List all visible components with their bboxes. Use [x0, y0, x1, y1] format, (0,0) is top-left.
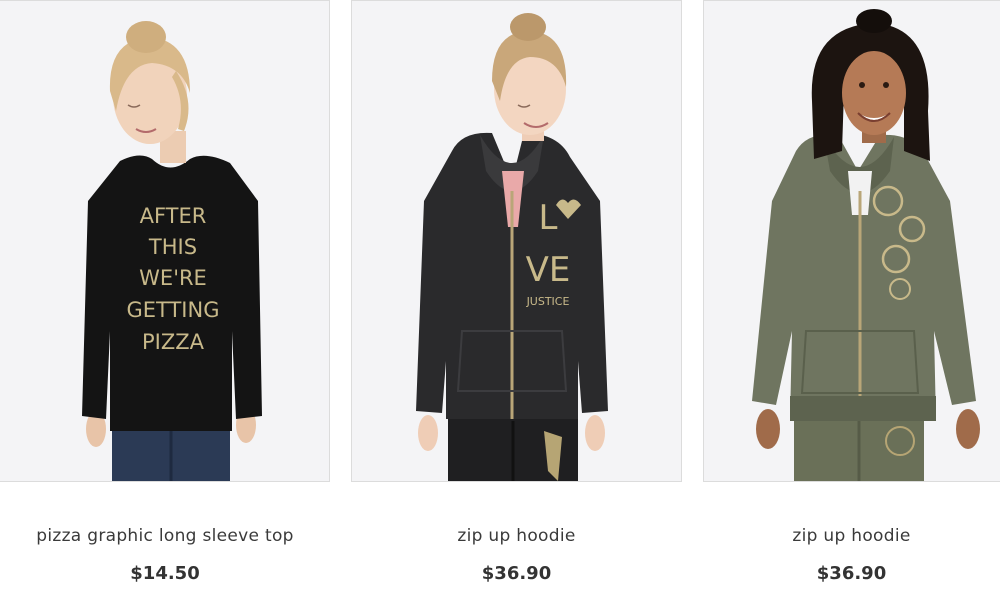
product-name[interactable]: zip up hoodie [351, 526, 682, 546]
product-price: $14.50 [130, 563, 200, 584]
product-card[interactable]: zip up hoodie $36.90 [703, 0, 1000, 590]
product-photo-illustration: L VE JUSTICE [416, 13, 608, 481]
product-photo-illustration [752, 9, 980, 481]
print-line: THIS [148, 235, 197, 259]
product-card[interactable]: L VE JUSTICE zip up hoodie $36.90 [351, 0, 682, 590]
print-line: AFTER [140, 204, 207, 228]
product-name[interactable]: zip up hoodie [703, 526, 1000, 546]
product-grid: AFTER THIS WE'RE GETTING PIZZA pizza gra… [0, 0, 1000, 590]
product-card[interactable]: AFTER THIS WE'RE GETTING PIZZA pizza gra… [0, 0, 330, 590]
product-image[interactable]: L VE JUSTICE [351, 0, 682, 482]
product-price: $36.90 [816, 563, 887, 584]
product-image[interactable]: AFTER THIS WE'RE GETTING PIZZA [0, 0, 330, 482]
product-photo-illustration: AFTER THIS WE'RE GETTING PIZZA [82, 21, 262, 481]
print-line: WE'RE [139, 266, 207, 290]
print-line: JUSTICE [526, 295, 570, 308]
product-name[interactable]: pizza graphic long sleeve top [0, 526, 330, 546]
print-line: GETTING [126, 298, 219, 322]
product-price: $36.90 [481, 563, 552, 584]
print-line: PIZZA [142, 330, 205, 354]
product-image[interactable] [703, 0, 1000, 482]
print-line: L [539, 198, 558, 238]
print-line: VE [526, 250, 571, 290]
